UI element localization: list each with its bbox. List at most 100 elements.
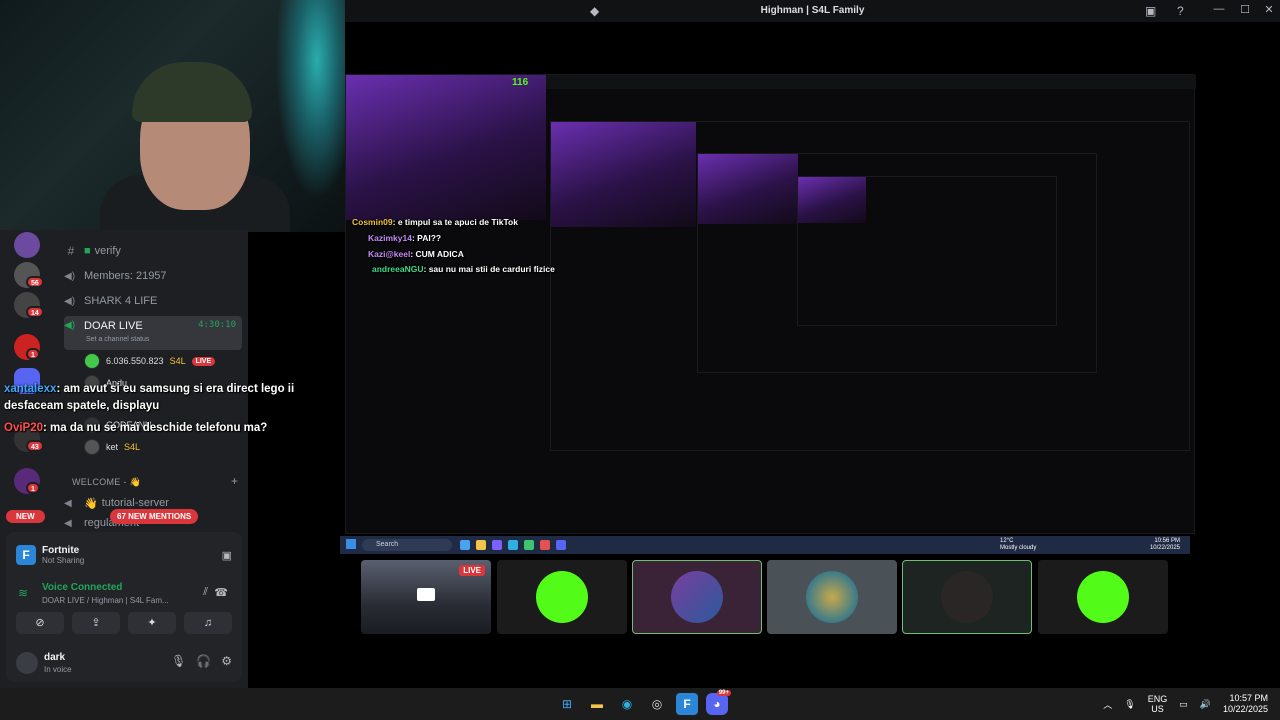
stream-tile-kick[interactable]: KICK xyxy=(497,560,627,634)
stream-tile-user-3[interactable] xyxy=(767,560,897,634)
inner-weather: 12°C Mostly cloudy xyxy=(1000,538,1036,552)
obs-icon[interactable]: ◎ xyxy=(646,693,668,715)
activities-button[interactable]: ✦ xyxy=(128,612,176,634)
new-badge[interactable]: NEW xyxy=(6,510,45,523)
avatar xyxy=(84,353,100,369)
screen-share-button[interactable]: ⇪ xyxy=(72,612,120,634)
network-icon[interactable]: ▭ xyxy=(1179,699,1188,710)
stream-tile-user-2[interactable] xyxy=(632,560,762,634)
stream-layer-4 xyxy=(797,176,1057,326)
set-status-link[interactable]: Set a channel status xyxy=(86,336,149,343)
voice-member[interactable]: 6.036.550.823 S4L LIVE xyxy=(84,351,216,371)
current-user-row[interactable]: dark In voice 🎙 🎧 ⚙ xyxy=(16,650,232,676)
add-channel-icon[interactable]: + xyxy=(231,474,238,488)
share-screen-icon[interactable]: ▣ xyxy=(222,549,232,562)
channel-label: tutorial-server xyxy=(101,497,169,509)
channel-members[interactable]: ◀) Members: 21957 xyxy=(64,265,242,287)
streamer-camera-4 xyxy=(798,177,866,223)
help-icon[interactable]: ? xyxy=(1177,4,1184,18)
volume-icon[interactable]: 🔊 xyxy=(1200,699,1211,710)
inner-chat-4: andreeaNGU: sau nu mai stii de carduri f… xyxy=(372,264,555,274)
channel-label: verify xyxy=(94,245,121,257)
server-icon[interactable]: 56 xyxy=(14,262,44,288)
activity-row: F Fortnite Not Sharing ▣ xyxy=(16,542,232,568)
discord-badge: 99+ xyxy=(716,690,731,696)
server-icon[interactable]: 1 xyxy=(14,334,40,360)
megaphone-icon: ◀ xyxy=(64,517,72,529)
inner-start-icon xyxy=(346,539,356,549)
chevron-up-icon[interactable]: ︿ xyxy=(1103,698,1112,711)
time: 10:57 PM xyxy=(1229,693,1268,703)
kick-viewer-count: 116 xyxy=(512,77,529,88)
camera-off-button[interactable]: ⊘ xyxy=(16,612,64,634)
language-indicator[interactable]: ENG US xyxy=(1148,694,1168,714)
window-title: Highman | S4L Family xyxy=(760,5,865,16)
stream-tile-screen[interactable]: LIVE xyxy=(361,560,491,634)
category-welcome[interactable]: WELCOME - 👋 xyxy=(72,477,141,488)
inner-taskbar: Search 12°C Mostly cloudy 10:56 PM 10/22… xyxy=(340,536,1190,554)
inner-app-icon xyxy=(460,540,470,550)
member-tag: S4L xyxy=(169,356,186,366)
chat-username: OviP20 xyxy=(4,422,43,434)
channel-verify[interactable]: # ■ verify xyxy=(64,240,242,262)
start-icon[interactable]: ⊞ xyxy=(556,693,578,715)
user-panel: F Fortnite Not Sharing ▣ ≋ Voice Connect… xyxy=(6,532,242,682)
speaker-icon: ◀) xyxy=(64,295,76,307)
close-button[interactable]: ✕ xyxy=(1259,3,1279,16)
noise-suppression-icon[interactable]: ⫽ xyxy=(203,586,208,599)
inner-weather-desc: Mostly cloudy xyxy=(1000,545,1037,551)
signal-icon[interactable]: ≋ xyxy=(18,586,28,600)
inner-app-icon xyxy=(492,540,502,550)
discord-icon[interactable]: ◕ 99+ xyxy=(706,690,731,715)
inner-chat-3: Kazi@keel: CUM ADICA xyxy=(368,249,464,259)
avatar xyxy=(16,652,38,674)
server-icon[interactable] xyxy=(14,232,40,258)
maximize-button[interactable]: ☐ xyxy=(1235,3,1255,16)
clock[interactable]: 10:57 PM 10/22/2025 xyxy=(1223,693,1268,715)
edge-icon[interactable]: ◉ xyxy=(616,693,638,715)
fortnite-icon[interactable]: F xyxy=(676,693,698,715)
mentions-pill[interactable]: 67 NEW MENTIONS xyxy=(110,509,199,524)
inbox-icon[interactable]: ▣ xyxy=(1145,4,1156,18)
user-name: dark xyxy=(44,652,66,663)
live-timer: 4:30:10 xyxy=(198,320,236,330)
region: US xyxy=(1151,704,1164,714)
live-badge: LIVE xyxy=(459,565,485,576)
screen-share-icon xyxy=(417,588,435,601)
inner-time: 10:56 PM xyxy=(1154,538,1180,544)
microphone-icon[interactable]: 🎙 xyxy=(171,654,186,668)
microphone-tray-icon[interactable]: 🎙 xyxy=(1124,699,1135,710)
server-icon[interactable]: 1 xyxy=(14,468,40,494)
member-name: 6.036.550.823 xyxy=(106,356,164,366)
user-status: In voice xyxy=(44,665,72,674)
channel-list: # ■ verify ◀) Members: 21957 ◀) SHARK 4 … xyxy=(58,230,248,530)
webcam-person-cap xyxy=(132,62,252,122)
stream-tile-user-5[interactable] xyxy=(1038,560,1168,634)
system-tray: ︿ 🎙 ENG US ▭ 🔊 10:57 PM 10/22/2025 xyxy=(1103,688,1280,720)
kick-label: KICK xyxy=(551,612,573,622)
stream-tile-user-4[interactable] xyxy=(902,560,1032,634)
chat-text: desfaceam spatele, displayu xyxy=(4,400,160,412)
member-tag: S4L xyxy=(124,442,141,452)
soundboard-button[interactable]: ♫ xyxy=(184,612,232,634)
chat-text: ma da nu se mai deschide telefonu ma? xyxy=(50,422,268,434)
headphones-icon[interactable]: 🎧 xyxy=(196,654,211,668)
date: 10/22/2025 xyxy=(1222,704,1268,714)
inner-clock: 10:56 PM 10/22/2025 xyxy=(1150,538,1180,552)
minimize-button[interactable]: — xyxy=(1209,3,1229,15)
channel-doar-live[interactable]: ◀) DOAR LIVE 4:30:10 Set a channel statu… xyxy=(64,316,242,350)
channel-label: DOAR LIVE xyxy=(84,320,143,332)
check-icon: ■ xyxy=(84,245,91,257)
channel-shark[interactable]: ◀) SHARK 4 LIFE xyxy=(64,290,242,312)
server-icon[interactable]: 14 xyxy=(14,292,44,318)
file-explorer-icon[interactable]: ▬ xyxy=(586,693,608,715)
server-badge: 1 xyxy=(26,348,40,360)
user-avatar xyxy=(1077,571,1129,623)
gear-icon[interactable]: ⚙ xyxy=(221,654,232,668)
stream-layer-titlebar xyxy=(546,75,1196,89)
live-badge: LIVE xyxy=(191,356,216,366)
disconnect-icon[interactable]: ☎ xyxy=(214,586,228,599)
avatar xyxy=(84,439,100,455)
voice-member[interactable]: ket S4L xyxy=(84,437,140,457)
title-bar: ◆ Highman | S4L Family ▣ ? — ☐ ✕ xyxy=(345,0,1280,22)
